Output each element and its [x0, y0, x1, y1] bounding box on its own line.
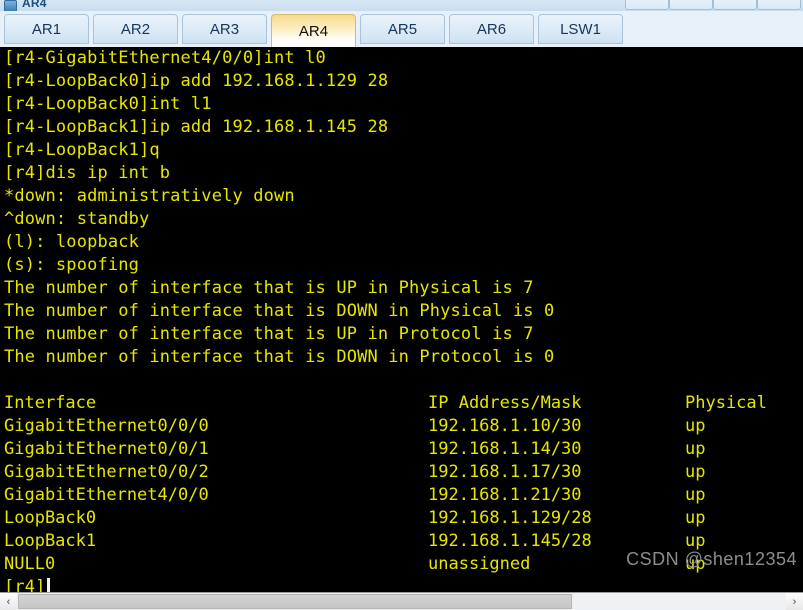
cell-physical: up [685, 508, 706, 528]
tab-ar4[interactable]: AR4 [271, 14, 356, 47]
terminal-line: The number of interface that is DOWN in … [4, 347, 555, 367]
cell-interface: GigabitEthernet0/0/0 [4, 416, 209, 436]
minimize-button[interactable] [625, 0, 669, 10]
terminal-line: [r4-GigabitEthernet4/0/0]int l0 [4, 48, 326, 68]
cell-physical: up [685, 462, 706, 482]
cell-ip-address: 192.168.1.14/30 [428, 439, 582, 459]
command-prompt[interactable]: [r4] [4, 576, 50, 592]
tab-label: AR1 [31, 20, 62, 38]
scroll-left-arrow-icon[interactable]: ‹ [0, 593, 17, 610]
tab-ar6[interactable]: AR6 [449, 14, 534, 44]
window-title: AR4 [22, 0, 47, 10]
prompt-text: [r4] [4, 577, 46, 592]
tab-label: AR5 [387, 20, 418, 38]
tab-lsw1[interactable]: LSW1 [538, 14, 623, 44]
terminal-line: ^down: standby [4, 209, 150, 229]
cell-interface: NULL0 [4, 554, 56, 574]
terminal-line: [r4-LoopBack0]int l1 [4, 94, 212, 114]
terminal-line: (s): spoofing [4, 255, 140, 275]
terminal-line: The number of interface that is DOWN in … [4, 301, 555, 321]
horizontal-scrollbar[interactable]: ‹ › [0, 592, 803, 610]
cell-ip-address: 192.168.1.10/30 [428, 416, 582, 436]
restore-button[interactable] [713, 0, 757, 10]
tab-label: LSW1 [560, 20, 601, 38]
terminal-line: The number of interface that is UP in Pr… [4, 324, 534, 344]
table-row: GigabitEthernet0/0/1 192.168.1.14/30 up [0, 438, 803, 461]
window-controls [625, 0, 801, 10]
cell-ip-address: 192.168.1.129/28 [428, 508, 592, 528]
tab-label: AR6 [476, 20, 507, 38]
terminal-line: (l): loopback [4, 232, 140, 252]
cell-physical: up [685, 485, 706, 505]
cell-ip-address: 192.168.1.21/30 [428, 485, 582, 505]
terminal-line: [r4-LoopBack1]ip add 192.168.1.145 28 [4, 117, 389, 137]
scrollbar-thumb[interactable] [18, 594, 572, 609]
column-header-ip-address-mask: IP Address/Mask [428, 393, 582, 413]
table-row: LoopBack0 192.168.1.129/28 up [0, 507, 803, 530]
scroll-right-arrow-icon[interactable]: › [786, 593, 803, 610]
tab-ar1[interactable]: AR1 [4, 14, 89, 44]
watermark: CSDN @shen12354 [626, 549, 797, 569]
text-cursor [46, 578, 50, 592]
terminal-line: The number of interface that is UP in Ph… [4, 278, 534, 298]
terminal-output[interactable]: [r4-GigabitEthernet4/0/0]int l0 [r4-Loop… [0, 47, 803, 592]
cell-ip-address: 192.168.1.17/30 [428, 462, 582, 482]
tab-label: AR2 [120, 20, 151, 38]
column-header-interface: Interface [4, 393, 97, 413]
cell-ip-address: 192.168.1.145/28 [428, 531, 592, 551]
table-header-row: Interface IP Address/Mask Physical [0, 392, 803, 415]
column-header-physical: Physical [685, 393, 767, 413]
table-row: GigabitEthernet4/0/0 192.168.1.21/30 up [0, 484, 803, 507]
maximize-button[interactable] [669, 0, 713, 10]
tab-ar2[interactable]: AR2 [93, 14, 178, 44]
tab-ar3[interactable]: AR3 [182, 14, 267, 44]
console-window: AR4 AR1 AR2 AR3 AR4 AR5 AR6 LSW1 [r4-Gig… [0, 0, 803, 610]
cell-interface: LoopBack0 [4, 508, 97, 528]
cell-interface: GigabitEthernet4/0/0 [4, 485, 209, 505]
tab-ar5[interactable]: AR5 [360, 14, 445, 44]
terminal-line: [r4-LoopBack1]q [4, 140, 160, 160]
cell-physical: up [685, 439, 706, 459]
cell-interface: LoopBack1 [4, 531, 97, 551]
close-button[interactable] [757, 0, 801, 10]
cell-physical: up [685, 416, 706, 436]
terminal-line: *down: administratively down [4, 186, 295, 206]
cell-ip-address: unassigned [428, 554, 531, 574]
terminal-line: [r4]dis ip int b [4, 163, 171, 183]
terminal-line: [r4-LoopBack0]ip add 192.168.1.129 28 [4, 71, 389, 91]
cell-interface: GigabitEthernet0/0/2 [4, 462, 209, 482]
cell-interface: GigabitEthernet0/0/1 [4, 439, 209, 459]
tab-label: AR3 [209, 20, 240, 38]
tab-label: AR4 [298, 22, 329, 40]
table-row: GigabitEthernet0/0/0 192.168.1.10/30 up [0, 415, 803, 438]
device-tab-bar: AR1 AR2 AR3 AR4 AR5 AR6 LSW1 [0, 11, 803, 47]
scrollbar-track[interactable] [574, 593, 785, 610]
table-row: GigabitEthernet0/0/2 192.168.1.17/30 up [0, 461, 803, 484]
